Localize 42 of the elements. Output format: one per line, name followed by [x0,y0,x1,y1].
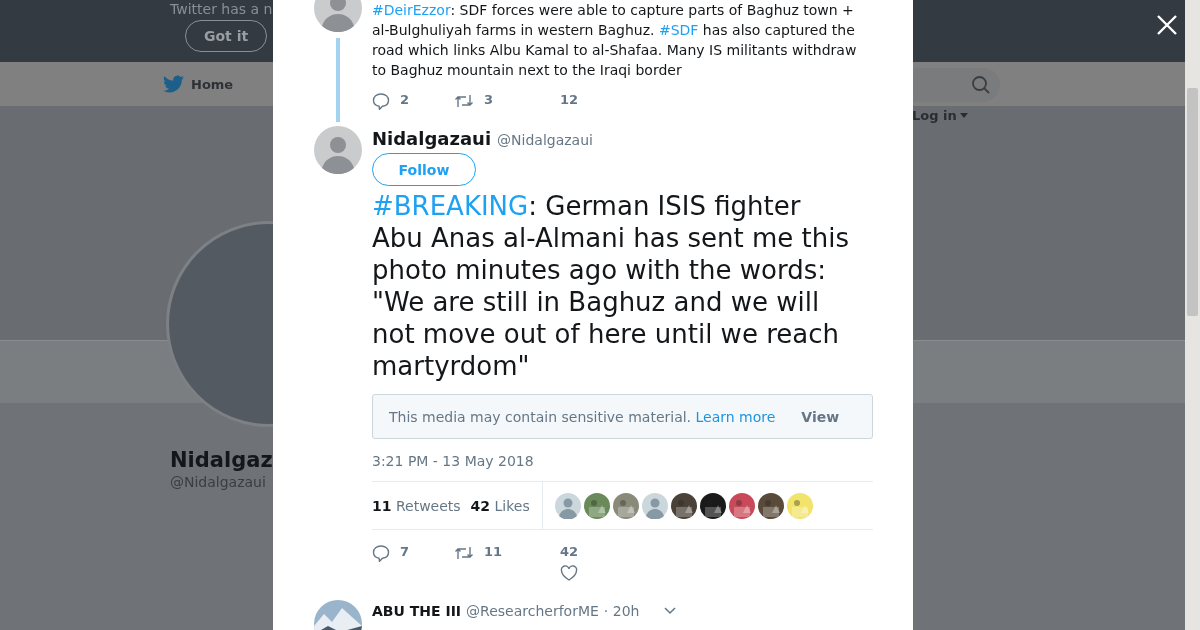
notice-text: This media may contain sensitive material. Learn more [389,408,776,425]
profile-name: Nidalgaz [170,448,273,472]
hashtag-link[interactable]: #SDF [658,22,699,38]
search-icon [971,75,991,95]
tweet-time[interactable]: · 20h [603,603,640,619]
avatar-icon[interactable] [554,492,581,519]
profile-handle: @Nidalgazaui [170,474,266,490]
hashtag-link[interactable]: #DeirEzzor [372,2,451,18]
retweet-icon [454,92,474,110]
caret-icon [959,113,968,118]
user-name[interactable]: Nidalgazaui [372,128,492,149]
follow-button[interactable]: Follow [372,153,476,186]
like-action[interactable]: 42 [560,544,579,594]
tweet-text: #BREAKING: German ISIS fighter Abu Anas al-Almani has sent me this photo minutes ago with the words: "We are still in Baghuz and we will not move out of here until we reach martyrdom" [372,190,850,382]
heart-icon [560,565,579,581]
tweet-timestamp[interactable]: 3:21 PM - 13 May 2018 [372,453,873,469]
user-name[interactable]: ABU THE III [372,603,462,619]
tweet-text: #DeirEzzor: SDF forces were able to capture parts of Baghuz town + al-Bulghuliyah farms in western Baghuz. #SDF has also captured the road which links Albu Kamal to al-Shafaa. Many IS militants withdraw to Baghuz mountain next to the Iraqi border [372,1,858,80]
learn-more-link[interactable]: Learn more [695,408,776,425]
home-tab[interactable]: Home [163,75,234,93]
view-button[interactable]: View [801,408,840,425]
user-handle[interactable]: @Nidalgazaui [497,132,593,148]
hashtag-link[interactable]: #BREAKING [372,191,529,221]
close-icon[interactable] [1157,15,1177,35]
reply-action[interactable]: 2 [372,92,454,122]
user-handle[interactable]: @ResearcherforME [466,603,599,619]
retweet-action[interactable]: 11 [454,544,536,594]
scrollbar-thumb[interactable] [1187,88,1198,316]
chevron-icon[interactable] [664,607,677,615]
like-action[interactable]: 12 [560,92,579,122]
bird-icon [163,75,185,93]
login-link[interactable]: Log in [912,108,968,123]
retweets-count[interactable]: 11 Retweets [372,497,461,514]
retweet-action[interactable]: 3 [454,92,536,122]
likes-count[interactable]: 42 Likes [470,497,530,514]
scrollbar[interactable] [1185,0,1200,630]
speech-bubble-icon [372,92,390,110]
retweet-icon [454,544,474,562]
banner-text: Twitter has a n [170,0,273,18]
reply-action[interactable]: 7 [372,544,454,594]
speech-bubble-icon [372,544,390,562]
avatar-icon [314,126,362,174]
